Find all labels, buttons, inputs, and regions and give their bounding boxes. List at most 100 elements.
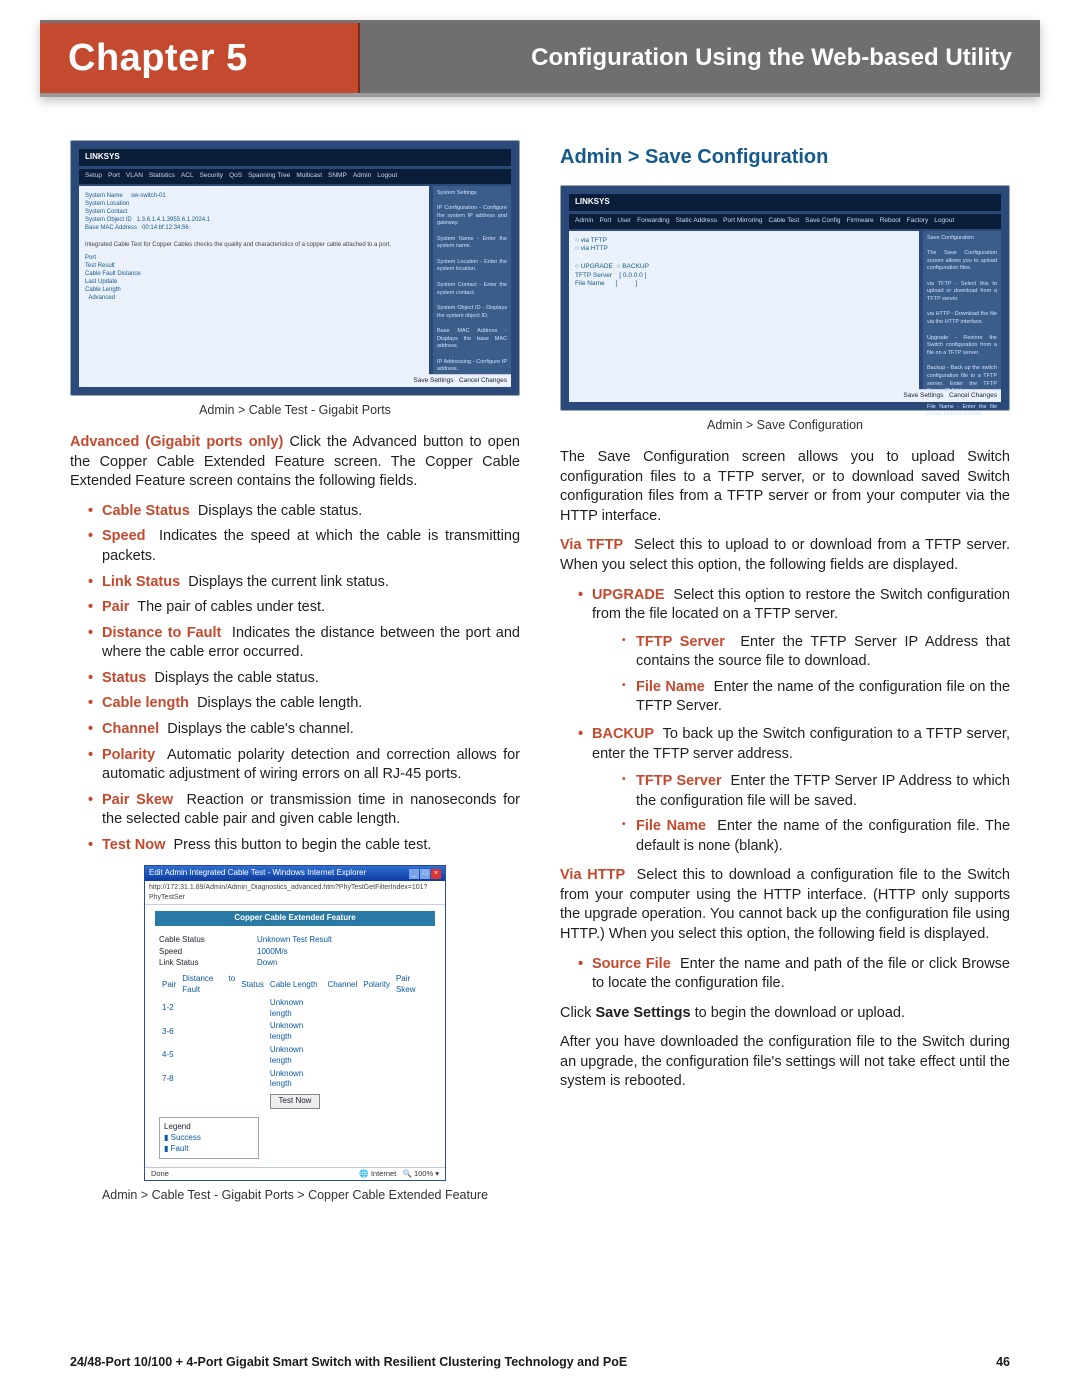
chapter-number: Chapter 5 [40, 23, 360, 93]
browser-title: Edit Admin Integrated Cable Test - Windo… [149, 868, 366, 879]
minimize-icon: _ [409, 869, 419, 878]
legend-success: Success [171, 1133, 201, 1142]
th-cablelen: Cable Length [267, 973, 325, 997]
th-pairskew: Pair Skew [393, 973, 431, 997]
screenshot-form: ○ via TFTP ○ via HTTP ○ UPGRADE ○ BACKUP… [569, 231, 919, 393]
list-item: File Name Enter the name of the configur… [622, 678, 1010, 717]
legend-box: Legend ▮ Success ▮ Fault [159, 1117, 259, 1159]
list-item: Link Status Displays the current link st… [88, 573, 520, 593]
field-name: TFTP Server [636, 773, 722, 789]
list-item: Speed Indicates the speed at which the c… [88, 527, 520, 566]
cell-pair: 3-6 [159, 1020, 179, 1044]
screenshot-logo: LINKSYS [569, 194, 1001, 211]
save-settings-label: Save Settings [413, 377, 453, 384]
via-http-text: Select this to download a configuration … [560, 867, 1010, 942]
field-desc: Displays the cable's channel. [167, 721, 354, 737]
field-name: Status [102, 670, 146, 686]
field-name: TFTP Server [636, 634, 725, 650]
cell-len: Unknown length [267, 1068, 325, 1092]
field-desc: Displays the cable status. [154, 670, 318, 686]
list-item: TFTP Server Enter the TFTP Server IP Add… [622, 633, 1010, 672]
status-zoom: 100% [414, 1169, 433, 1178]
screenshot-tabs: SetupPortVLANStatisticsACLSecurityQoSSpa… [79, 169, 511, 184]
http-options: Source File Enter the name and path of t… [578, 955, 1010, 994]
list-item: Channel Displays the cable's channel. [88, 720, 520, 740]
field-desc: Displays the current link status. [188, 574, 389, 590]
screenshot-save-config: LINKSYS AdminPortUserForwardingStatic Ad… [560, 185, 1010, 411]
save-settings-label: Save Settings [903, 392, 943, 399]
th-status: Status [238, 973, 267, 997]
list-item: TFTP Server Enter the TFTP Server IP Add… [622, 772, 1010, 811]
close-icon: × [431, 869, 441, 878]
source-file-label: Source File [592, 956, 671, 972]
field-name: Speed [102, 528, 146, 544]
advanced-label: Advanced (Gigabit ports only) [70, 434, 283, 450]
speed-label: Speed [159, 947, 249, 958]
list-item: Test Now Press this button to begin the … [88, 836, 520, 856]
list-item: UPGRADE Select this option to restore th… [578, 586, 1010, 717]
product-name: 24/48-Port 10/100 + 4-Port Gigabit Smart… [70, 1355, 627, 1369]
speed-value: 1000M/s [257, 947, 288, 958]
figure-caption-1: Admin > Cable Test - Gigabit Ports [70, 402, 520, 419]
window-buttons: _□× [408, 868, 441, 879]
th-pair: Pair [159, 973, 179, 997]
field-desc: Displays the cable length. [197, 695, 362, 711]
backup-label: BACKUP [592, 726, 654, 742]
test-now-button[interactable]: Test Now [270, 1094, 321, 1109]
tftp-options: UPGRADE Select this option to restore th… [578, 586, 1010, 857]
browser-status-bar: Done 🌐 Internet 🔍 100% ▾ [145, 1167, 445, 1180]
upgrade-label: UPGRADE [592, 587, 665, 603]
figure-caption-2: Admin > Cable Test - Gigabit Ports > Cop… [70, 1187, 520, 1204]
saveconfig-intro: The Save Configuration screen allows you… [560, 448, 1010, 526]
field-name: Link Status [102, 574, 180, 590]
via-tftp-paragraph: Via TFTP Select this to upload to or dow… [560, 536, 1010, 575]
status-zone: Internet [371, 1169, 396, 1178]
via-http-paragraph: Via HTTP Select this to download a confi… [560, 866, 1010, 944]
text: Click [560, 1005, 595, 1021]
cancel-changes-label: Cancel Changes [949, 392, 997, 399]
field-name: File Name [636, 818, 706, 834]
page-footer: 24/48-Port 10/100 + 4-Port Gigabit Smart… [70, 1355, 1010, 1369]
field-name: Distance to Fault [102, 625, 221, 641]
list-item: Pair Skew Reaction or transmission time … [88, 791, 520, 830]
link-status-value: Down [257, 958, 277, 969]
list-item: Status Displays the cable status. [88, 669, 520, 689]
screenshot-sidebar: Save Configuration The Save Configuratio… [923, 231, 1001, 389]
page-number: 46 [996, 1355, 1010, 1369]
save-settings-line: Click Save Settings to begin the downloa… [560, 1004, 1010, 1024]
upgrade-sublist: TFTP Server Enter the TFTP Server IP Add… [622, 633, 1010, 717]
cell-pair: 1-2 [159, 997, 179, 1021]
field-name: Pair Skew [102, 792, 173, 808]
screenshot-cable-test: LINKSYS SetupPortVLANStatisticsACLSecuri… [70, 140, 520, 396]
address-bar: http://172.31.1.89/Admin/Admin_Diagnosti… [145, 881, 445, 905]
field-desc: Displays the cable status. [198, 503, 362, 519]
field-desc: Indicates the speed at which the cable i… [102, 528, 520, 564]
field-name: Channel [102, 721, 159, 737]
left-column: LINKSYS SetupPortVLANStatisticsACLSecuri… [70, 140, 520, 1218]
chapter-bar: Chapter 5 Configuration Using the Web-ba… [40, 20, 1040, 97]
content-columns: LINKSYS SetupPortVLANStatisticsACLSecuri… [0, 105, 1080, 1218]
reboot-note: After you have downloaded the configurat… [560, 1033, 1010, 1092]
field-name: Polarity [102, 747, 155, 763]
field-name: Pair [102, 599, 129, 615]
screenshot-sidebar: System Settings IP Configuration - Confi… [433, 186, 511, 374]
right-column: Admin > Save Configuration LINKSYS Admin… [560, 140, 1010, 1218]
figure-caption-3: Admin > Save Configuration [560, 417, 1010, 434]
browser-banner: Copper Cable Extended Feature [155, 911, 435, 926]
advanced-paragraph: Advanced (Gigabit ports only) Click the … [70, 433, 520, 492]
cable-status-label: Cable Status [159, 935, 249, 946]
field-name: Cable length [102, 695, 189, 711]
th-distance: Distance to Fault [179, 973, 238, 997]
field-desc: The pair of cables under test. [137, 599, 325, 615]
list-item: Polarity Automatic polarity detection an… [88, 746, 520, 785]
screenshot-tabs: AdminPortUserForwardingStatic AddressPor… [569, 214, 1001, 229]
field-desc: Automatic polarity detection and correct… [102, 747, 520, 783]
cell-len: Unknown length [267, 997, 325, 1021]
status-done: Done [151, 1169, 169, 1179]
legend-title: Legend [164, 1122, 254, 1133]
cell-pair: 4-5 [159, 1044, 179, 1068]
screenshot-form: System Name sw-switch-01System LocationS… [79, 186, 429, 378]
screenshot-logo: LINKSYS [79, 149, 511, 166]
list-item: Distance to Fault Indicates the distance… [88, 624, 520, 663]
browser-body: Cable StatusUnknown Test Result Speed100… [145, 930, 445, 1168]
